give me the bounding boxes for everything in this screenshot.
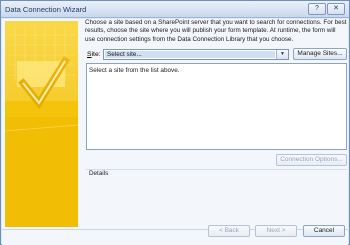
connection-options-button[interactable]: Connection Options...: [276, 154, 347, 166]
dialog-body: Choose a site based on a SharePoint serv…: [2, 19, 348, 245]
back-button[interactable]: < Back: [208, 225, 250, 237]
divider: [86, 169, 347, 170]
dialog-window: Data Connection Wizard ? ✕ Choose a site…: [0, 0, 350, 245]
site-select-value: Select site...: [105, 51, 275, 58]
close-button[interactable]: ✕: [327, 3, 345, 15]
connections-list[interactable]: Select a site from the list above.: [86, 63, 347, 150]
site-label: Site:: [87, 51, 101, 58]
manage-sites-button[interactable]: Manage Sites...: [293, 48, 347, 60]
next-button[interactable]: Next >: [255, 225, 297, 237]
list-empty-message: Select a site from the list above.: [89, 67, 180, 74]
window-title: Data Connection Wizard: [5, 5, 87, 14]
title-bar: Data Connection Wizard ? ✕: [1, 1, 349, 18]
wizard-banner-image: [5, 21, 78, 227]
intro-text: Choose a site based on a SharePoint serv…: [85, 19, 347, 43]
cancel-button[interactable]: Cancel: [303, 225, 345, 237]
chevron-down-icon[interactable]: ▼: [276, 50, 288, 59]
details-heading: Details: [89, 170, 109, 177]
help-button[interactable]: ?: [308, 3, 326, 15]
site-select[interactable]: Select site... ▼: [103, 49, 289, 60]
